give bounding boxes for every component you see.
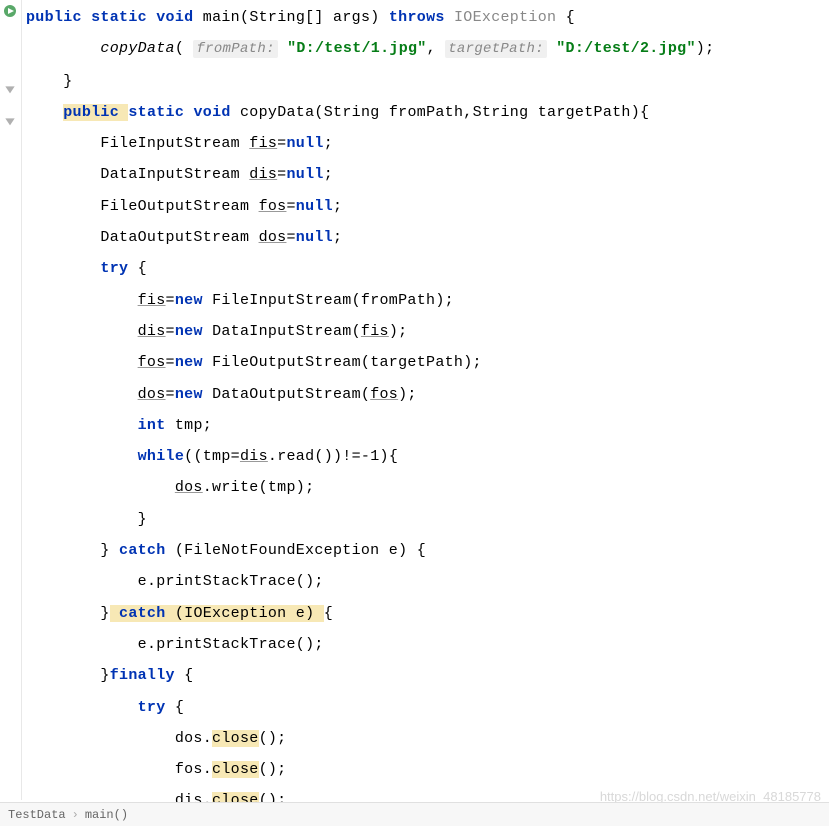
- code-line: e.printStackTrace();: [26, 566, 825, 597]
- run-gutter-icon[interactable]: [3, 4, 17, 18]
- code-line: }: [26, 66, 825, 97]
- code-line: copyData( fromPath: "D:/test/1.jpg", tar…: [26, 33, 825, 65]
- breadcrumb[interactable]: TestData › main(): [0, 802, 829, 826]
- breadcrumb-method[interactable]: main(): [85, 808, 128, 822]
- code-line: public static void main(String[] args) t…: [26, 2, 825, 33]
- code-line: dis=new DataInputStream(fis);: [26, 316, 825, 347]
- editor-area: public static void main(String[] args) t…: [0, 0, 829, 800]
- code-line: FileOutputStream fos=null;: [26, 191, 825, 222]
- code-line: dos.close();: [26, 723, 825, 754]
- code-line: DataOutputStream dos=null;: [26, 222, 825, 253]
- code-line: }: [26, 504, 825, 535]
- code-line: public static void copyData(String fromP…: [26, 97, 825, 128]
- chevron-right-icon: ›: [72, 808, 79, 822]
- code-line: fos=new FileOutputStream(targetPath);: [26, 347, 825, 378]
- code-line: int tmp;: [26, 410, 825, 441]
- code-line: try {: [26, 253, 825, 284]
- fold-icon[interactable]: [3, 116, 17, 130]
- breadcrumb-class[interactable]: TestData: [8, 808, 66, 822]
- code-line: dos=new DataOutputStream(fos);: [26, 379, 825, 410]
- code-line: fis=new FileInputStream(fromPath);: [26, 285, 825, 316]
- code-line: dos.write(tmp);: [26, 472, 825, 503]
- code-line: FileInputStream fis=null;: [26, 128, 825, 159]
- code-line: DataInputStream dis=null;: [26, 159, 825, 190]
- fold-icon[interactable]: [3, 84, 17, 98]
- code-line: }finally {: [26, 660, 825, 691]
- code-line: while((tmp=dis.read())!=-1){: [26, 441, 825, 472]
- code-line: fos.close();: [26, 754, 825, 785]
- code-content[interactable]: public static void main(String[] args) t…: [22, 0, 829, 800]
- gutter: [0, 0, 22, 800]
- code-line: } catch (FileNotFoundException e) {: [26, 535, 825, 566]
- code-line: } catch (IOException e) {: [26, 598, 825, 629]
- code-line: e.printStackTrace();: [26, 629, 825, 660]
- code-line: try {: [26, 692, 825, 723]
